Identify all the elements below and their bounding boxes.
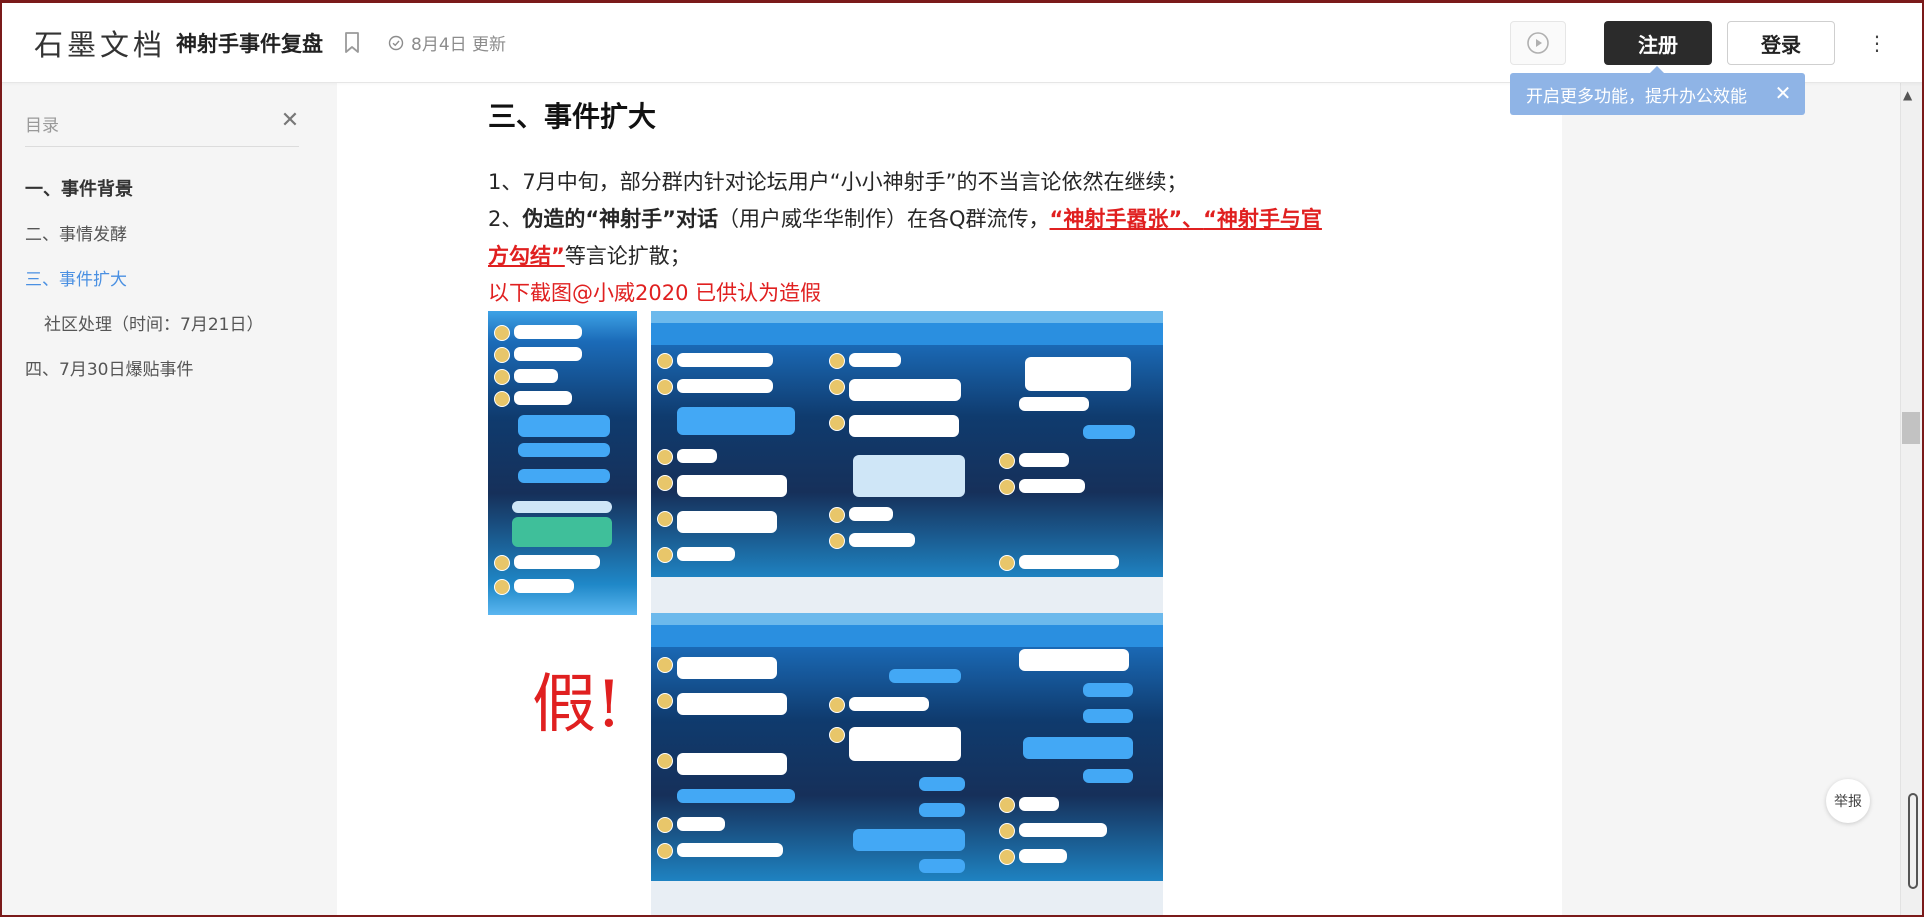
toc-item-background[interactable]: 一、事件背景 (25, 175, 133, 201)
table-of-contents: 目录 ✕ 一、事件背景 二、事情发酵 三、事件扩大 社区处理（时间：7月21日）… (0, 83, 337, 917)
fake-notice: 以下截图@小威2020 已供认为造假 (488, 281, 822, 305)
para2-end: 等言论扩散； (564, 244, 691, 268)
close-icon[interactable]: ✕ (280, 110, 300, 132)
chat-screenshot-1[interactable] (488, 311, 637, 615)
link-separator: 、 (1182, 207, 1204, 231)
check-circle-icon (388, 35, 404, 50)
document-body: 三、事件扩大 1、7月中旬，部分群内针对论坛用户“小小神射手”的不当言论依然在继… (337, 83, 1562, 917)
chat-screenshot-3[interactable] (823, 311, 993, 613)
fake-stamp: 假! (532, 668, 622, 742)
login-button[interactable]: 登录 (1727, 21, 1835, 65)
promo-tooltip: 开启更多功能，提升办公效能 ✕ (1510, 66, 1805, 115)
chat-screenshot-2[interactable] (651, 311, 823, 613)
toc-title: 目录 (25, 116, 59, 136)
divider (25, 146, 299, 147)
toc-item-community-handling[interactable]: 社区处理（时间：7月21日） (44, 310, 263, 335)
paragraph-2-continued: 方勾结”等言论扩散； (488, 240, 691, 270)
presentation-button[interactable] (1510, 21, 1566, 65)
scroll-up-arrow-icon[interactable]: ▲ (1903, 88, 1912, 102)
section-heading: 三、事件扩大 (488, 100, 657, 133)
link-collusion-part1[interactable]: “神射手与官 (1203, 207, 1322, 231)
scroll-indicator[interactable] (1908, 793, 1918, 889)
toc-item-expansion[interactable]: 三、事件扩大 (25, 265, 127, 290)
close-icon[interactable]: ✕ (1773, 83, 1793, 103)
scrollbar[interactable] (1900, 83, 1922, 917)
para2-bold: 伪造的“神射手”对话 (522, 207, 718, 231)
link-arrogant[interactable]: “神射手嚣张” (1050, 207, 1183, 231)
report-button[interactable]: 举报 (1826, 779, 1870, 823)
scrollbar-thumb[interactable] (1902, 412, 1920, 444)
chat-screenshot-4[interactable] (993, 311, 1163, 613)
link-collusion-part2[interactable]: 方勾结” (488, 244, 565, 268)
chat-screenshot-6[interactable] (823, 613, 993, 917)
top-bar: 石墨文档 神射手事件复盘 8月4日 更新 注册 登录 ⋮ (0, 0, 1924, 83)
para2-middle: （用户威华华制作）在各Q群流传， (717, 207, 1050, 231)
app-logo[interactable]: 石墨文档 (34, 22, 166, 64)
paragraph-1: 1、7月中旬，部分群内针对论坛用户“小小神射手”的不当言论依然在继续； (488, 170, 1188, 194)
chat-screenshot-7[interactable] (993, 613, 1163, 917)
tooltip-text: 开启更多功能，提升办公效能 (1526, 86, 1747, 107)
chat-screenshot-5[interactable] (651, 613, 823, 917)
document-title: 神射手事件复盘 (176, 32, 323, 56)
paragraph-2: 2、伪造的“神射手”对话（用户威华华制作）在各Q群流传，“神射手嚣张”、“神射手… (488, 203, 1322, 233)
bookmark-icon[interactable] (341, 30, 363, 56)
register-button[interactable]: 注册 (1604, 21, 1712, 65)
play-icon (1527, 32, 1549, 54)
update-status: 8月4日 更新 (388, 30, 506, 55)
more-menu-icon[interactable]: ⋮ (1855, 21, 1899, 65)
para2-prefix: 2、 (488, 207, 523, 231)
toc-item-fermentation[interactable]: 二、事情发酵 (25, 220, 127, 245)
update-text: 8月4日 更新 (411, 35, 507, 55)
toc-item-july30-event[interactable]: 四、7月30日爆贴事件 (25, 355, 193, 380)
